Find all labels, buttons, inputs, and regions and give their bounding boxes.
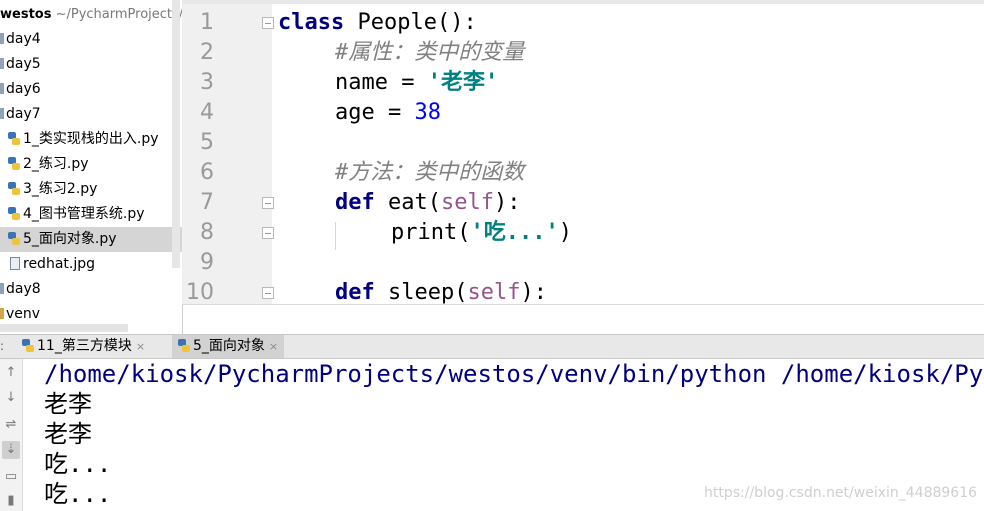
tree-item-file-1[interactable]: 1_类实现栈的出入.py [0, 127, 182, 152]
run-tab-bar: : 11_第三方模块 × 5_面向对象 × [0, 334, 984, 359]
line-number: 4 [200, 100, 214, 125]
print-icon[interactable]: ▭ [2, 468, 20, 486]
watermark: https://blog.csdn.net/weixin_44889616 [704, 485, 978, 501]
python-file-icon [8, 182, 20, 195]
console-output-line: 吃... [44, 450, 112, 478]
line-number: 6 [200, 160, 214, 185]
tree-item-day4[interactable]: day4 [0, 27, 182, 52]
code-line-8: print('吃...') [391, 220, 572, 245]
fold-marker-icon[interactable] [262, 17, 274, 29]
tree-item-day5[interactable]: day5 [0, 52, 182, 77]
project-horizontal-scrollbar[interactable] [0, 324, 128, 332]
editor-divider [182, 304, 984, 305]
python-file-icon [22, 339, 34, 352]
folder-icon [0, 33, 4, 44]
tree-item-file-4[interactable]: 4_图书管理系统.py [0, 202, 182, 227]
arrow-up-icon[interactable]: ↑ [2, 364, 20, 382]
folder-icon [0, 58, 4, 69]
tree-item-day7[interactable]: day7 [0, 102, 182, 127]
close-icon[interactable]: × [269, 340, 278, 353]
code-line-6: #方法：类中的函数 [335, 160, 525, 185]
code-line-2: #属性：类中的变量 [335, 40, 525, 65]
arrow-down-icon[interactable]: ↓ [2, 389, 20, 407]
folder-icon [0, 283, 4, 294]
run-toolbar: ↑ ↓ ⇌ ⇣ ▭ ▮ [0, 359, 23, 511]
indent-guide [335, 222, 336, 250]
code-line-7: def eat(self): [335, 190, 521, 215]
code-line-10: def sleep(self): [335, 280, 547, 305]
project-vertical-scrollbar[interactable] [172, 0, 180, 268]
line-number: 10 [186, 280, 214, 305]
fold-marker-icon[interactable] [262, 227, 274, 239]
console-output-line: 老李 [44, 420, 92, 448]
python-file-icon [8, 207, 20, 220]
run-tab-11[interactable]: 11_第三方模块 × [16, 335, 151, 358]
tree-item-file-3[interactable]: 3_练习2.py [0, 177, 182, 202]
fold-marker-icon[interactable] [262, 287, 274, 299]
tree-item-day8[interactable]: day8 [0, 277, 182, 302]
run-label-icon: : [0, 339, 5, 353]
line-number: 7 [200, 190, 214, 215]
close-icon[interactable]: × [136, 340, 145, 353]
python-file-icon [8, 157, 20, 170]
folder-icon [0, 108, 4, 119]
fold-marker-icon[interactable] [262, 197, 274, 209]
folder-icon [0, 308, 4, 319]
console-output-line: 老李 [44, 390, 92, 418]
tree-item-file-2[interactable]: 2_练习.py [0, 152, 182, 177]
console-command-line: /home/kiosk/PycharmProjects/westos/venv/… [44, 360, 984, 388]
python-file-icon [8, 232, 20, 245]
line-number: 2 [200, 40, 214, 65]
editor-tab-strip [182, 0, 984, 4]
line-number: 1 [200, 10, 214, 35]
code-line-1: class People(): [278, 10, 477, 35]
project-root-name: westos [0, 7, 52, 22]
code-editor[interactable]: 1 2 3 4 5 6 7 8 9 10 class People(): #属性… [182, 0, 984, 305]
line-number: 3 [200, 70, 214, 95]
trash-icon[interactable]: ▮ [2, 492, 20, 510]
code-line-4: age = 38 [335, 100, 441, 125]
folder-icon [0, 83, 4, 94]
python-file-icon [178, 339, 190, 352]
line-number: 9 [200, 250, 214, 275]
code-line-3: name = '老李' [335, 70, 499, 95]
line-number: 5 [200, 130, 214, 155]
soft-wrap-icon[interactable]: ⇌ [2, 416, 20, 434]
tree-item-redhat-jpg[interactable]: redhat.jpg [0, 252, 182, 277]
image-file-icon [10, 257, 20, 270]
run-tab-5-active[interactable]: 5_面向对象 × [172, 335, 285, 358]
editor-gutter: 1 2 3 4 5 6 7 8 9 10 [182, 4, 274, 305]
tree-item-file-5-selected[interactable]: 5_面向对象.py [0, 227, 182, 252]
run-console[interactable]: ↑ ↓ ⇌ ⇣ ▭ ▮ /home/kiosk/PycharmProjects/… [0, 359, 984, 511]
tree-item-day6[interactable]: day6 [0, 77, 182, 102]
python-file-icon [8, 132, 20, 145]
scroll-to-end-icon[interactable]: ⇣ [2, 441, 20, 459]
project-root-path: ~/PycharmProjects/w [55, 7, 183, 22]
project-panel: westos ~/PycharmProjects/w day4 day5 day… [0, 0, 183, 334]
project-root[interactable]: westos ~/PycharmProjects/w [0, 4, 183, 26]
console-output-line: 吃... [44, 480, 112, 508]
line-number: 8 [200, 220, 214, 245]
